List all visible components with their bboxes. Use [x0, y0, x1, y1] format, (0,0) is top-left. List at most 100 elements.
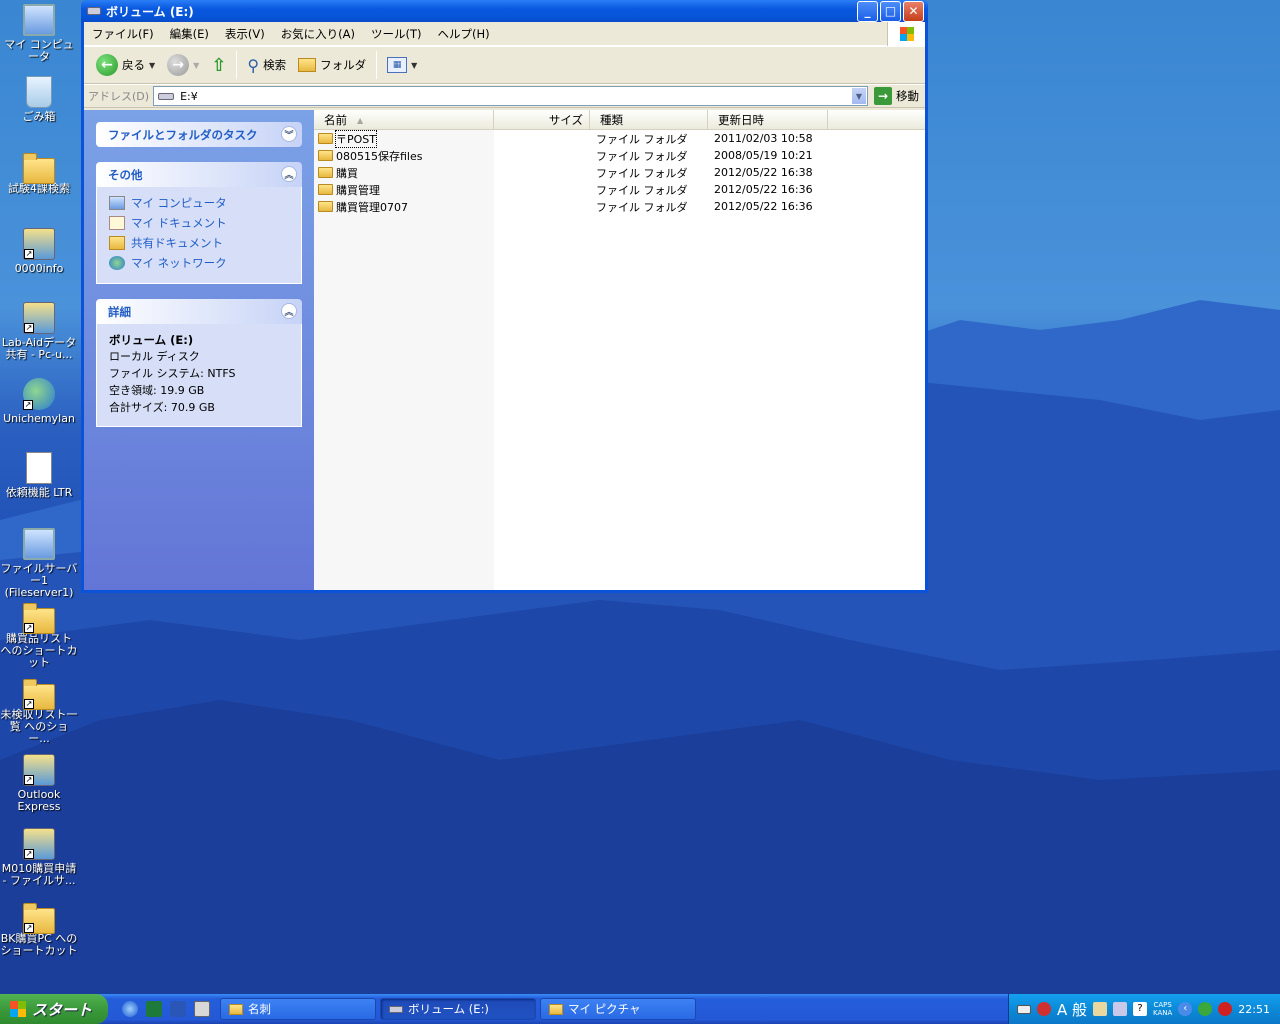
security-shield-icon[interactable] — [1036, 1002, 1051, 1016]
taskbar-button-label: ボリューム (E:) — [408, 1002, 489, 1016]
table-row[interactable]: 080515保存files ファイル フォルダ 2008/05/19 10:21 — [314, 147, 925, 164]
back-dropdown-icon[interactable]: ▼ — [149, 61, 155, 70]
antivirus-icon[interactable] — [1198, 1002, 1213, 1016]
drive-icon — [87, 7, 101, 15]
expand-chevron-icon[interactable]: ︾ — [281, 126, 297, 142]
excel-icon[interactable] — [146, 1001, 162, 1017]
file-list: 名前 ▲ サイズ 種類 更新日時 〒POST ファイル フォルダ 2011/02… — [314, 110, 925, 590]
column-header-size[interactable]: サイズ — [494, 110, 590, 130]
menu-view[interactable]: 表示(V) — [217, 26, 273, 42]
ime-tool-icon[interactable] — [1093, 1002, 1108, 1016]
menu-help[interactable]: ヘルプ(H) — [430, 26, 498, 42]
maximize-button[interactable]: □ — [880, 0, 901, 22]
outlook-express-icon: ↗ — [23, 754, 55, 786]
table-row[interactable]: 購買 ファイル フォルダ 2012/05/22 16:38 — [314, 164, 925, 181]
keyboard-icon[interactable] — [1016, 1004, 1031, 1014]
up-folder-button[interactable]: ⇧ — [205, 50, 232, 80]
desktop-icon-shortcut[interactable]: ↗ 未検収リスト一覧 へのショー... — [0, 679, 78, 745]
table-row[interactable]: 購買管理0707 ファイル フォルダ 2012/05/22 16:36 — [314, 198, 925, 215]
folders-button[interactable]: フォルダ — [292, 50, 372, 80]
column-header-type[interactable]: 種類 — [590, 110, 708, 130]
panel-header[interactable]: 詳細 ︽ — [96, 299, 302, 324]
details-name: ボリューム (E:) — [109, 333, 194, 347]
table-row[interactable]: 〒POST ファイル フォルダ 2011/02/03 10:58 — [314, 129, 925, 148]
desktop-icon-shortcut[interactable]: ↗ M010購買申請 - ファイルサ... — [0, 828, 78, 887]
close-button[interactable]: ✕ — [903, 0, 924, 22]
folder-icon: ↗ — [23, 603, 55, 634]
forward-dropdown-icon[interactable]: ▼ — [193, 61, 199, 70]
panel-title: その他 — [108, 167, 143, 182]
details-total-size: 合計サイズ: 70.9 GB — [109, 401, 215, 414]
desktop-icon-shortcut[interactable]: ↗ Unichemylan — [0, 378, 78, 425]
file-name: 購買 — [336, 166, 358, 180]
start-button[interactable]: スタート — [0, 994, 108, 1024]
ime-indicator[interactable]: A 般 — [1057, 999, 1087, 1020]
file-rows: 〒POST ファイル フォルダ 2011/02/03 10:58 080515保… — [314, 129, 925, 215]
taskbar-button[interactable]: マイ ピクチャ — [540, 998, 696, 1020]
word-icon[interactable] — [170, 1001, 186, 1017]
desktop-icon-shortcut[interactable]: ↗ 0000info — [0, 228, 78, 275]
desktop-icon-shortcut[interactable]: ↗ 購買品リスト へのショートカット — [0, 603, 78, 669]
menu-file[interactable]: ファイル(F) — [84, 26, 162, 42]
shortcut-arrow-icon: ↗ — [24, 699, 34, 709]
internet-explorer-icon[interactable] — [122, 1001, 138, 1017]
link-my-network[interactable]: マイ ネットワーク — [109, 253, 289, 273]
column-label: サイズ — [548, 113, 583, 127]
folder-icon — [318, 150, 333, 161]
table-row[interactable]: 購買管理 ファイル フォルダ 2012/05/22 16:36 — [314, 181, 925, 198]
panel-header[interactable]: ファイルとフォルダのタスク ︾ — [96, 122, 302, 147]
calculator-icon[interactable] — [194, 1001, 210, 1017]
menu-favorites[interactable]: お気に入り(A) — [273, 26, 363, 42]
link-shared-documents[interactable]: 共有ドキュメント — [109, 233, 289, 253]
panel-header[interactable]: その他 ︽ — [96, 162, 302, 187]
menu-tools[interactable]: ツール(T) — [363, 26, 430, 42]
file-type: ファイル フォルダ — [596, 149, 688, 163]
network-icon — [109, 256, 125, 270]
link-my-documents[interactable]: マイ ドキュメント — [109, 213, 289, 233]
collapse-chevron-icon[interactable]: ︽ — [281, 166, 297, 182]
search-button[interactable]: ⚲ 検索 — [241, 50, 292, 80]
window-titlebar[interactable]: ボリューム (E:) _ □ ✕ — [81, 0, 928, 22]
shortcut-arrow-icon: ↗ — [23, 400, 33, 410]
go-button[interactable]: → 移動 — [868, 87, 925, 105]
show-hidden-icons-chevron-icon[interactable]: ‹ — [1178, 1002, 1193, 1016]
folder-icon — [318, 167, 333, 178]
back-button[interactable]: ← 戻る ▼ — [90, 50, 161, 80]
windows-flag-icon — [10, 1001, 26, 1017]
taskbar-button[interactable]: 名刺 — [220, 998, 376, 1020]
desktop-icon-shortcut[interactable]: ↗ Lab-Aidデータ共有 - Pc-u... — [0, 302, 78, 361]
desktop-icon-shortcut[interactable]: ↗ Outlook Express — [0, 754, 78, 813]
taskbar-button-label: 名刺 — [248, 1002, 271, 1016]
address-dropdown-icon[interactable]: ▼ — [851, 87, 867, 105]
menu-edit[interactable]: 編集(E) — [162, 26, 217, 42]
menu-bar: ファイル(F) 編集(E) 表示(V) お気に入り(A) ツール(T) ヘルプ(… — [84, 22, 925, 46]
desktop-icon-my-computer[interactable]: マイ コンピュータ — [0, 4, 78, 63]
views-button[interactable]: ▦ ▼ — [381, 50, 423, 80]
link-my-computer[interactable]: マイ コンピュータ — [109, 193, 289, 213]
file-modified: 2011/02/03 10:58 — [714, 132, 813, 145]
column-header-modified[interactable]: 更新日時 — [708, 110, 828, 130]
network-share-icon: ↗ — [23, 828, 55, 860]
search-label: 検索 — [263, 58, 287, 72]
desktop-icon-shortcut[interactable]: ↗ BK購買PC へのショートカット — [0, 903, 78, 957]
my-documents-icon — [109, 216, 125, 230]
minimize-button[interactable]: _ — [857, 0, 878, 22]
collapse-chevron-icon[interactable]: ︽ — [281, 303, 297, 319]
address-value: E:¥ — [180, 89, 198, 103]
folder-icon — [318, 201, 333, 212]
security-alert-icon[interactable] — [1218, 1002, 1233, 1016]
desktop-icon-document[interactable]: 依頼機能 LTR — [0, 452, 78, 499]
desktop-icon-recycle-bin[interactable]: ごみ箱 — [0, 76, 78, 123]
column-header-name[interactable]: 名前 ▲ — [314, 110, 494, 130]
help-icon[interactable]: ? — [1133, 1002, 1148, 1016]
forward-button[interactable]: → ▼ — [161, 50, 205, 80]
desktop-icon-folder[interactable]: 試験4課検索 — [0, 153, 78, 195]
clock[interactable]: 22:51 — [1238, 1003, 1270, 1016]
desktop-icon-server[interactable]: ファイルサーバー1 (Fileserver1) — [0, 528, 78, 599]
explorer-window: ボリューム (E:) _ □ ✕ ファイル(F) 編集(E) 表示(V) お気に… — [81, 0, 928, 593]
column-label: 名前 — [324, 113, 347, 127]
ime-pad-icon[interactable] — [1113, 1002, 1128, 1016]
taskbar-button[interactable]: ボリューム (E:) — [380, 998, 536, 1020]
desktop-icon-label: Outlook Express — [17, 788, 61, 813]
address-input[interactable]: E:¥ ▼ — [153, 86, 868, 106]
